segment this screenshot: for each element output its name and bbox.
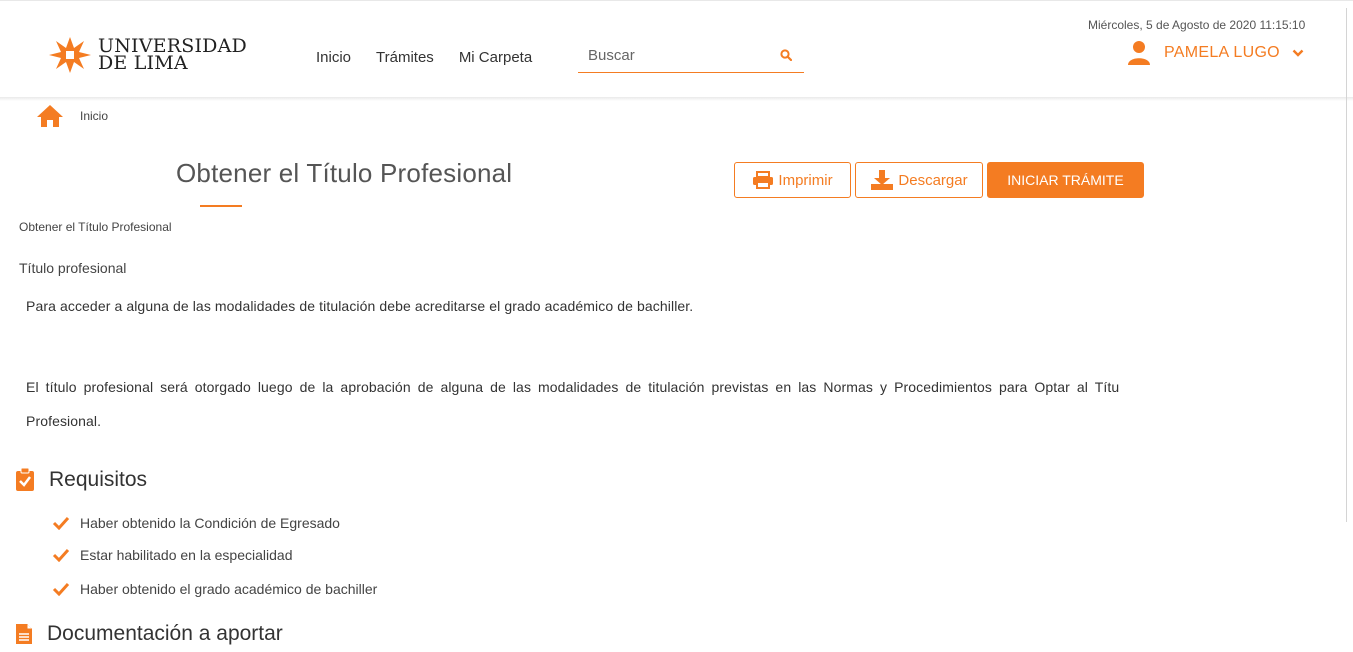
search-icon[interactable]	[780, 49, 792, 61]
chevron-down-icon[interactable]	[1292, 48, 1304, 58]
content-border	[1346, 8, 1347, 522]
print-label: Imprimir	[778, 171, 833, 189]
paragraph-3: Profesional.	[26, 413, 102, 429]
page-subtitle: Obtener el Título Profesional	[19, 220, 172, 234]
page-title: Obtener el Título Profesional	[176, 158, 513, 188]
breadcrumb: Inicio	[36, 104, 108, 128]
search-box[interactable]: Buscar	[578, 43, 804, 73]
checkmark-icon	[52, 582, 70, 596]
requisito-text: Haber obtenido el grado académico de bac…	[80, 581, 378, 597]
paragraph-1: Para acceder a alguna de las modalidades…	[26, 298, 694, 314]
requisitos-title: Requisitos	[49, 468, 148, 491]
user-icon	[1128, 41, 1150, 65]
checkmark-icon	[52, 516, 70, 530]
home-icon[interactable]	[36, 104, 64, 128]
document-icon	[16, 624, 32, 644]
paragraph-2: El título profesional será otorgado lueg…	[26, 379, 1120, 395]
list-item: Estar habilitado en la especialidad	[52, 547, 292, 563]
download-icon	[871, 170, 894, 190]
nav-item-mi-carpeta[interactable]: Mi Carpeta	[459, 49, 532, 66]
download-button[interactable]: Descargar	[855, 162, 983, 198]
nav-item-tramites[interactable]: Trámites	[376, 49, 434, 66]
title-underline	[200, 205, 242, 207]
requisitos-heading: Requisitos	[15, 468, 147, 492]
logo-text: UNIVERSIDAD DE LIMA	[98, 35, 247, 74]
logo-star-icon	[49, 37, 91, 73]
documentacion-title: Documentación a aportar	[47, 622, 283, 645]
checkmark-icon	[52, 548, 70, 562]
requisito-text: Haber obtenido la Condición de Egresado	[80, 515, 340, 531]
top-header: UNIVERSIDAD DE LIMA Inicio Trámites Mi C…	[0, 0, 1353, 98]
clipboard-check-icon	[16, 468, 34, 491]
requisito-text: Estar habilitado en la especialidad	[80, 547, 293, 563]
documentacion-heading: Documentación a aportar	[15, 622, 283, 646]
print-button[interactable]: Imprimir	[734, 162, 851, 198]
download-label: Descargar	[898, 171, 968, 189]
user-name[interactable]: PAMELA LUGO	[1164, 44, 1280, 62]
header-shadow	[0, 97, 1353, 101]
start-procedure-button[interactable]: INICIAR TRÁMITE	[987, 162, 1144, 198]
printer-icon	[753, 171, 774, 189]
main-nav: Inicio Trámites Mi Carpeta	[316, 49, 557, 66]
section-heading: Título profesional	[19, 260, 127, 276]
list-item: Haber obtenido la Condición de Egresado	[52, 515, 340, 531]
search-input[interactable]: Buscar	[588, 47, 635, 64]
user-menu[interactable]: PAMELA LUGO	[1126, 40, 1304, 66]
breadcrumb-inicio[interactable]: Inicio	[80, 109, 108, 123]
nav-item-inicio[interactable]: Inicio	[316, 49, 351, 66]
current-datetime: Miércoles, 5 de Agosto de 2020 11:15:10	[1088, 18, 1306, 32]
university-logo[interactable]: UNIVERSIDAD DE LIMA	[48, 35, 247, 75]
list-item: Haber obtenido el grado académico de bac…	[52, 581, 377, 597]
